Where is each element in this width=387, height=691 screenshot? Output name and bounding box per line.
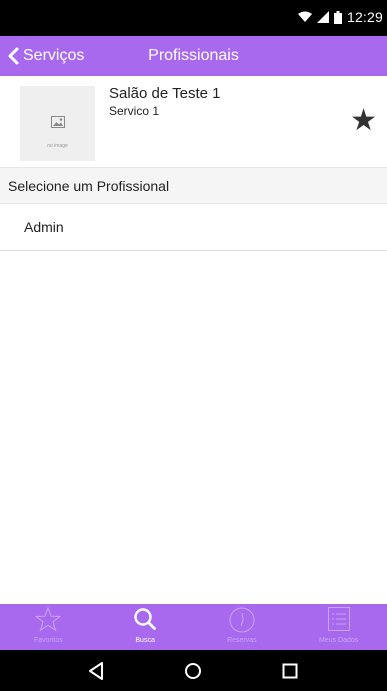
back-triangle-icon[interactable] [84, 658, 110, 684]
tab-reservas[interactable]: Reservas [194, 604, 291, 650]
chevron-left-icon [8, 47, 19, 65]
search-icon [134, 608, 157, 630]
tab-meus-dados[interactable]: Meus Dados [290, 604, 387, 650]
tab-reservas-label: Reservas [227, 637, 257, 644]
no-image-text: no image [47, 143, 68, 149]
service-name: Servico 1 [109, 104, 160, 118]
list-icon [327, 607, 350, 631]
android-navigation-bar [0, 650, 387, 691]
clock-icon [229, 607, 255, 633]
wifi-icon [297, 11, 312, 22]
professional-list-item[interactable]: Admin [0, 204, 387, 251]
status-icons: 12:29 [297, 9, 383, 25]
back-button-label: Serviços [23, 47, 85, 64]
battery-icon [333, 10, 342, 24]
tab-bar: Favoritos Busca Reservas Meus Dados [0, 604, 387, 650]
recents-square-icon[interactable] [277, 658, 303, 684]
tab-busca-label: Busca [135, 637, 155, 644]
section-header: Selecione um Profissional [0, 168, 387, 204]
favorite-star-icon[interactable]: ★ [350, 106, 377, 136]
image-placeholder-icon [51, 116, 65, 128]
salon-card: no image Salão de Teste 1 Servico 1 ★ [0, 76, 387, 168]
tab-favoritos[interactable]: Favoritos [0, 604, 97, 650]
signal-icon [316, 11, 329, 23]
tab-meus-dados-label: Meus Dados [318, 637, 359, 644]
status-time: 12:29 [346, 9, 383, 25]
tab-favoritos-label: Favoritos [33, 637, 63, 644]
home-circle-icon[interactable] [180, 658, 206, 684]
back-button[interactable]: Serviços [8, 36, 84, 76]
navigation-bar: Profissionais Serviços [0, 36, 387, 76]
salon-name: Salão de Teste 1 [109, 85, 221, 102]
salon-thumbnail: no image [20, 86, 95, 161]
section-title: Selecione um Profissional [8, 178, 170, 194]
tab-busca[interactable]: Busca [97, 604, 194, 650]
star-outline-icon [35, 606, 62, 632]
professional-name: Admin [24, 219, 64, 235]
status-bar: 12:29 [0, 0, 387, 36]
